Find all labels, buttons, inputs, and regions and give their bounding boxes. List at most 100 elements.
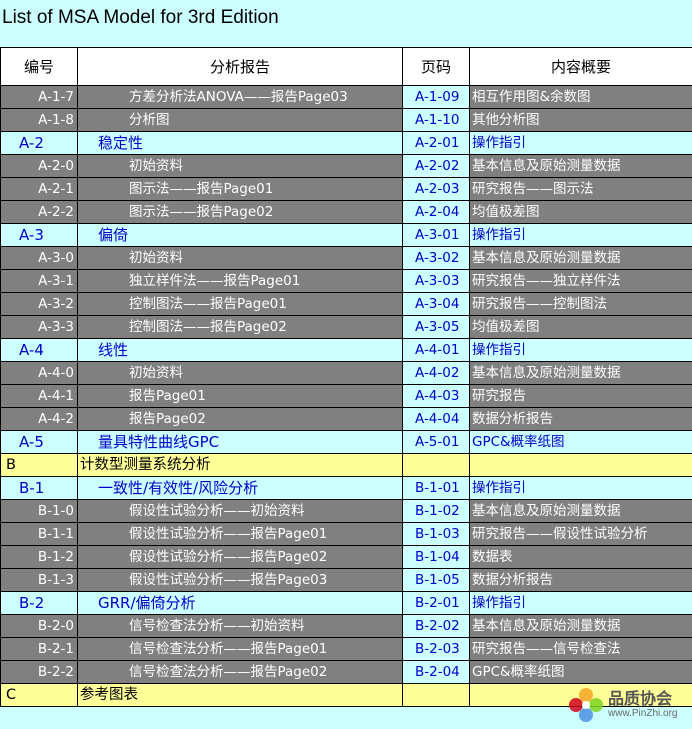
row-report: 初始资料 (77, 154, 403, 178)
row-code: A-4-2 (0, 407, 78, 431)
table-row: A-4-1 报告Page01 A-4-03 研究报告 (0, 384, 692, 408)
row-report: 假设性试验分析——报告Page03 (77, 568, 403, 592)
row-page-link[interactable]: A-3-05 (402, 315, 470, 339)
row-code: B-1-2 (0, 545, 78, 569)
row-code: A-2-2 (0, 200, 78, 224)
row-code: A-4-0 (0, 361, 78, 385)
table-row: B-2 GRR/偏倚分析 B-2-01 操作指引 (0, 591, 692, 615)
row-page-link[interactable]: A-4-04 (402, 407, 470, 431)
row-report: 方差分析法ANOVA——报告Page03 (77, 85, 403, 109)
row-page-link[interactable]: B-2-01 (402, 591, 470, 615)
header-page: 页码 (402, 47, 470, 86)
msa-model-table: 编号 分析报告 页码 内容概要 A-1-7 方差分析法ANOVA——报告Page0… (0, 47, 692, 707)
row-report: 量具特性曲线GPC (77, 430, 403, 454)
row-report: 报告Page01 (77, 384, 403, 408)
row-summary: 研究报告——图示法 (469, 177, 692, 201)
table-row: A-2-0 初始资料 A-2-02 基本信息及原始测量数据 (0, 154, 692, 178)
table-row: B-1-1 假设性试验分析——报告Page01 B-1-03 研究报告——假设性试验分… (0, 522, 692, 546)
row-report: 稳定性 (77, 131, 403, 155)
header-code: 编号 (0, 47, 78, 86)
table-row: A-2-2 图示法——报告Page02 A-2-04 均值极差图 (0, 200, 692, 224)
row-page-link[interactable]: A-2-01 (402, 131, 470, 155)
row-summary: 均值极差图 (469, 315, 692, 339)
row-page-link[interactable]: A-1-10 (402, 108, 470, 132)
row-page-link[interactable]: B-1-04 (402, 545, 470, 569)
row-page-link[interactable]: A-2-02 (402, 154, 470, 178)
row-report: 计数型测量系统分析 (77, 453, 403, 477)
row-summary: 基本信息及原始测量数据 (469, 614, 692, 638)
table-row: A-3-1 独立样件法——报告Page01 A-3-03 研究报告——独立样件法 (0, 269, 692, 293)
row-report: 控制图法——报告Page01 (77, 292, 403, 316)
row-page-link[interactable]: B-1-03 (402, 522, 470, 546)
row-summary: 操作指引 (469, 338, 692, 362)
row-summary: 研究报告 (469, 384, 692, 408)
row-page-link[interactable]: B-2-02 (402, 614, 470, 638)
row-code: B (0, 453, 78, 477)
row-code: A-4-1 (0, 384, 78, 408)
row-report: 偏倚 (77, 223, 403, 247)
row-code: B-2-2 (0, 660, 78, 684)
row-code: B-1-1 (0, 522, 78, 546)
row-code: A-2-1 (0, 177, 78, 201)
table-row: A-4 线性 A-4-01 操作指引 (0, 338, 692, 362)
row-report: 初始资料 (77, 246, 403, 270)
row-summary: 基本信息及原始测量数据 (469, 499, 692, 523)
row-summary: 研究报告——假设性试验分析 (469, 522, 692, 546)
table-row: A-5 量具特性曲线GPC A-5-01 GPC&概率纸图 (0, 430, 692, 454)
row-code: A-3-0 (0, 246, 78, 270)
row-report: 信号检查法分析——报告Page02 (77, 660, 403, 684)
row-page-link[interactable]: A-4-02 (402, 361, 470, 385)
table-header-row: 编号 分析报告 页码 内容概要 (0, 47, 692, 86)
row-summary: 数据表 (469, 545, 692, 569)
row-page-link[interactable]: A-3-01 (402, 223, 470, 247)
flower-logo-icon (569, 688, 603, 722)
table-row: A-3-0 初始资料 A-3-02 基本信息及原始测量数据 (0, 246, 692, 270)
row-page-link[interactable]: A-3-02 (402, 246, 470, 270)
row-summary: 相互作用图&余数图 (469, 85, 692, 109)
row-code: A-1-8 (0, 108, 78, 132)
row-page-link[interactable]: A-3-04 (402, 292, 470, 316)
row-page-link[interactable]: A-4-01 (402, 338, 470, 362)
table-row: A-2-1 图示法——报告Page01 A-2-03 研究报告——图示法 (0, 177, 692, 201)
row-summary: 均值极差图 (469, 200, 692, 224)
row-code: B-2 (0, 591, 78, 615)
row-report: 假设性试验分析——报告Page02 (77, 545, 403, 569)
row-summary: 研究报告——控制图法 (469, 292, 692, 316)
row-code: A-3-3 (0, 315, 78, 339)
row-report: 信号检查法分析——初始资料 (77, 614, 403, 638)
watermark-name: 品质协会 (608, 689, 673, 708)
pinzhi-watermark: 品质协会 www.PinZhi.org (566, 685, 688, 725)
table-row: A-3-2 控制图法——报告Page01 A-3-04 研究报告——控制图法 (0, 292, 692, 316)
table-row: B-2-1 信号检查法分析——报告Page01 B-2-03 研究报告——信号检查法 (0, 637, 692, 661)
table-row: B-1-0 假设性试验分析——初始资料 B-1-02 基本信息及原始测量数据 (0, 499, 692, 523)
row-report: 线性 (77, 338, 403, 362)
table-row: A-1-8 分析图 A-1-10 其他分析图 (0, 108, 692, 132)
row-code: B-1 (0, 476, 78, 500)
header-summary: 内容概要 (469, 47, 692, 86)
page-title: List of MSA Model for 3rd Edition (2, 7, 279, 28)
row-page-link (402, 453, 470, 477)
table-row: B 计数型测量系统分析 (0, 453, 692, 477)
row-report: 报告Page02 (77, 407, 403, 431)
row-summary: 基本信息及原始测量数据 (469, 361, 692, 385)
row-summary (469, 453, 692, 477)
row-page-link[interactable]: A-4-03 (402, 384, 470, 408)
row-page-link[interactable]: B-1-01 (402, 476, 470, 500)
row-page-link[interactable]: A-2-04 (402, 200, 470, 224)
table-row: A-4-2 报告Page02 A-4-04 数据分析报告 (0, 407, 692, 431)
table-row: B-1-3 假设性试验分析——报告Page03 B-1-05 数据分析报告 (0, 568, 692, 592)
row-page-link[interactable]: B-1-05 (402, 568, 470, 592)
row-page-link[interactable]: B-2-03 (402, 637, 470, 661)
row-code: B-1-0 (0, 499, 78, 523)
row-page-link[interactable]: B-1-02 (402, 499, 470, 523)
row-report: 假设性试验分析——初始资料 (77, 499, 403, 523)
row-page-link[interactable]: A-2-03 (402, 177, 470, 201)
row-summary: 基本信息及原始测量数据 (469, 246, 692, 270)
row-code: B-2-1 (0, 637, 78, 661)
row-page-link[interactable]: B-2-04 (402, 660, 470, 684)
row-page-link[interactable]: A-5-01 (402, 430, 470, 454)
row-page-link[interactable]: A-3-03 (402, 269, 470, 293)
row-page-link[interactable]: A-1-09 (402, 85, 470, 109)
row-report: 独立样件法——报告Page01 (77, 269, 403, 293)
row-code: B-2-0 (0, 614, 78, 638)
